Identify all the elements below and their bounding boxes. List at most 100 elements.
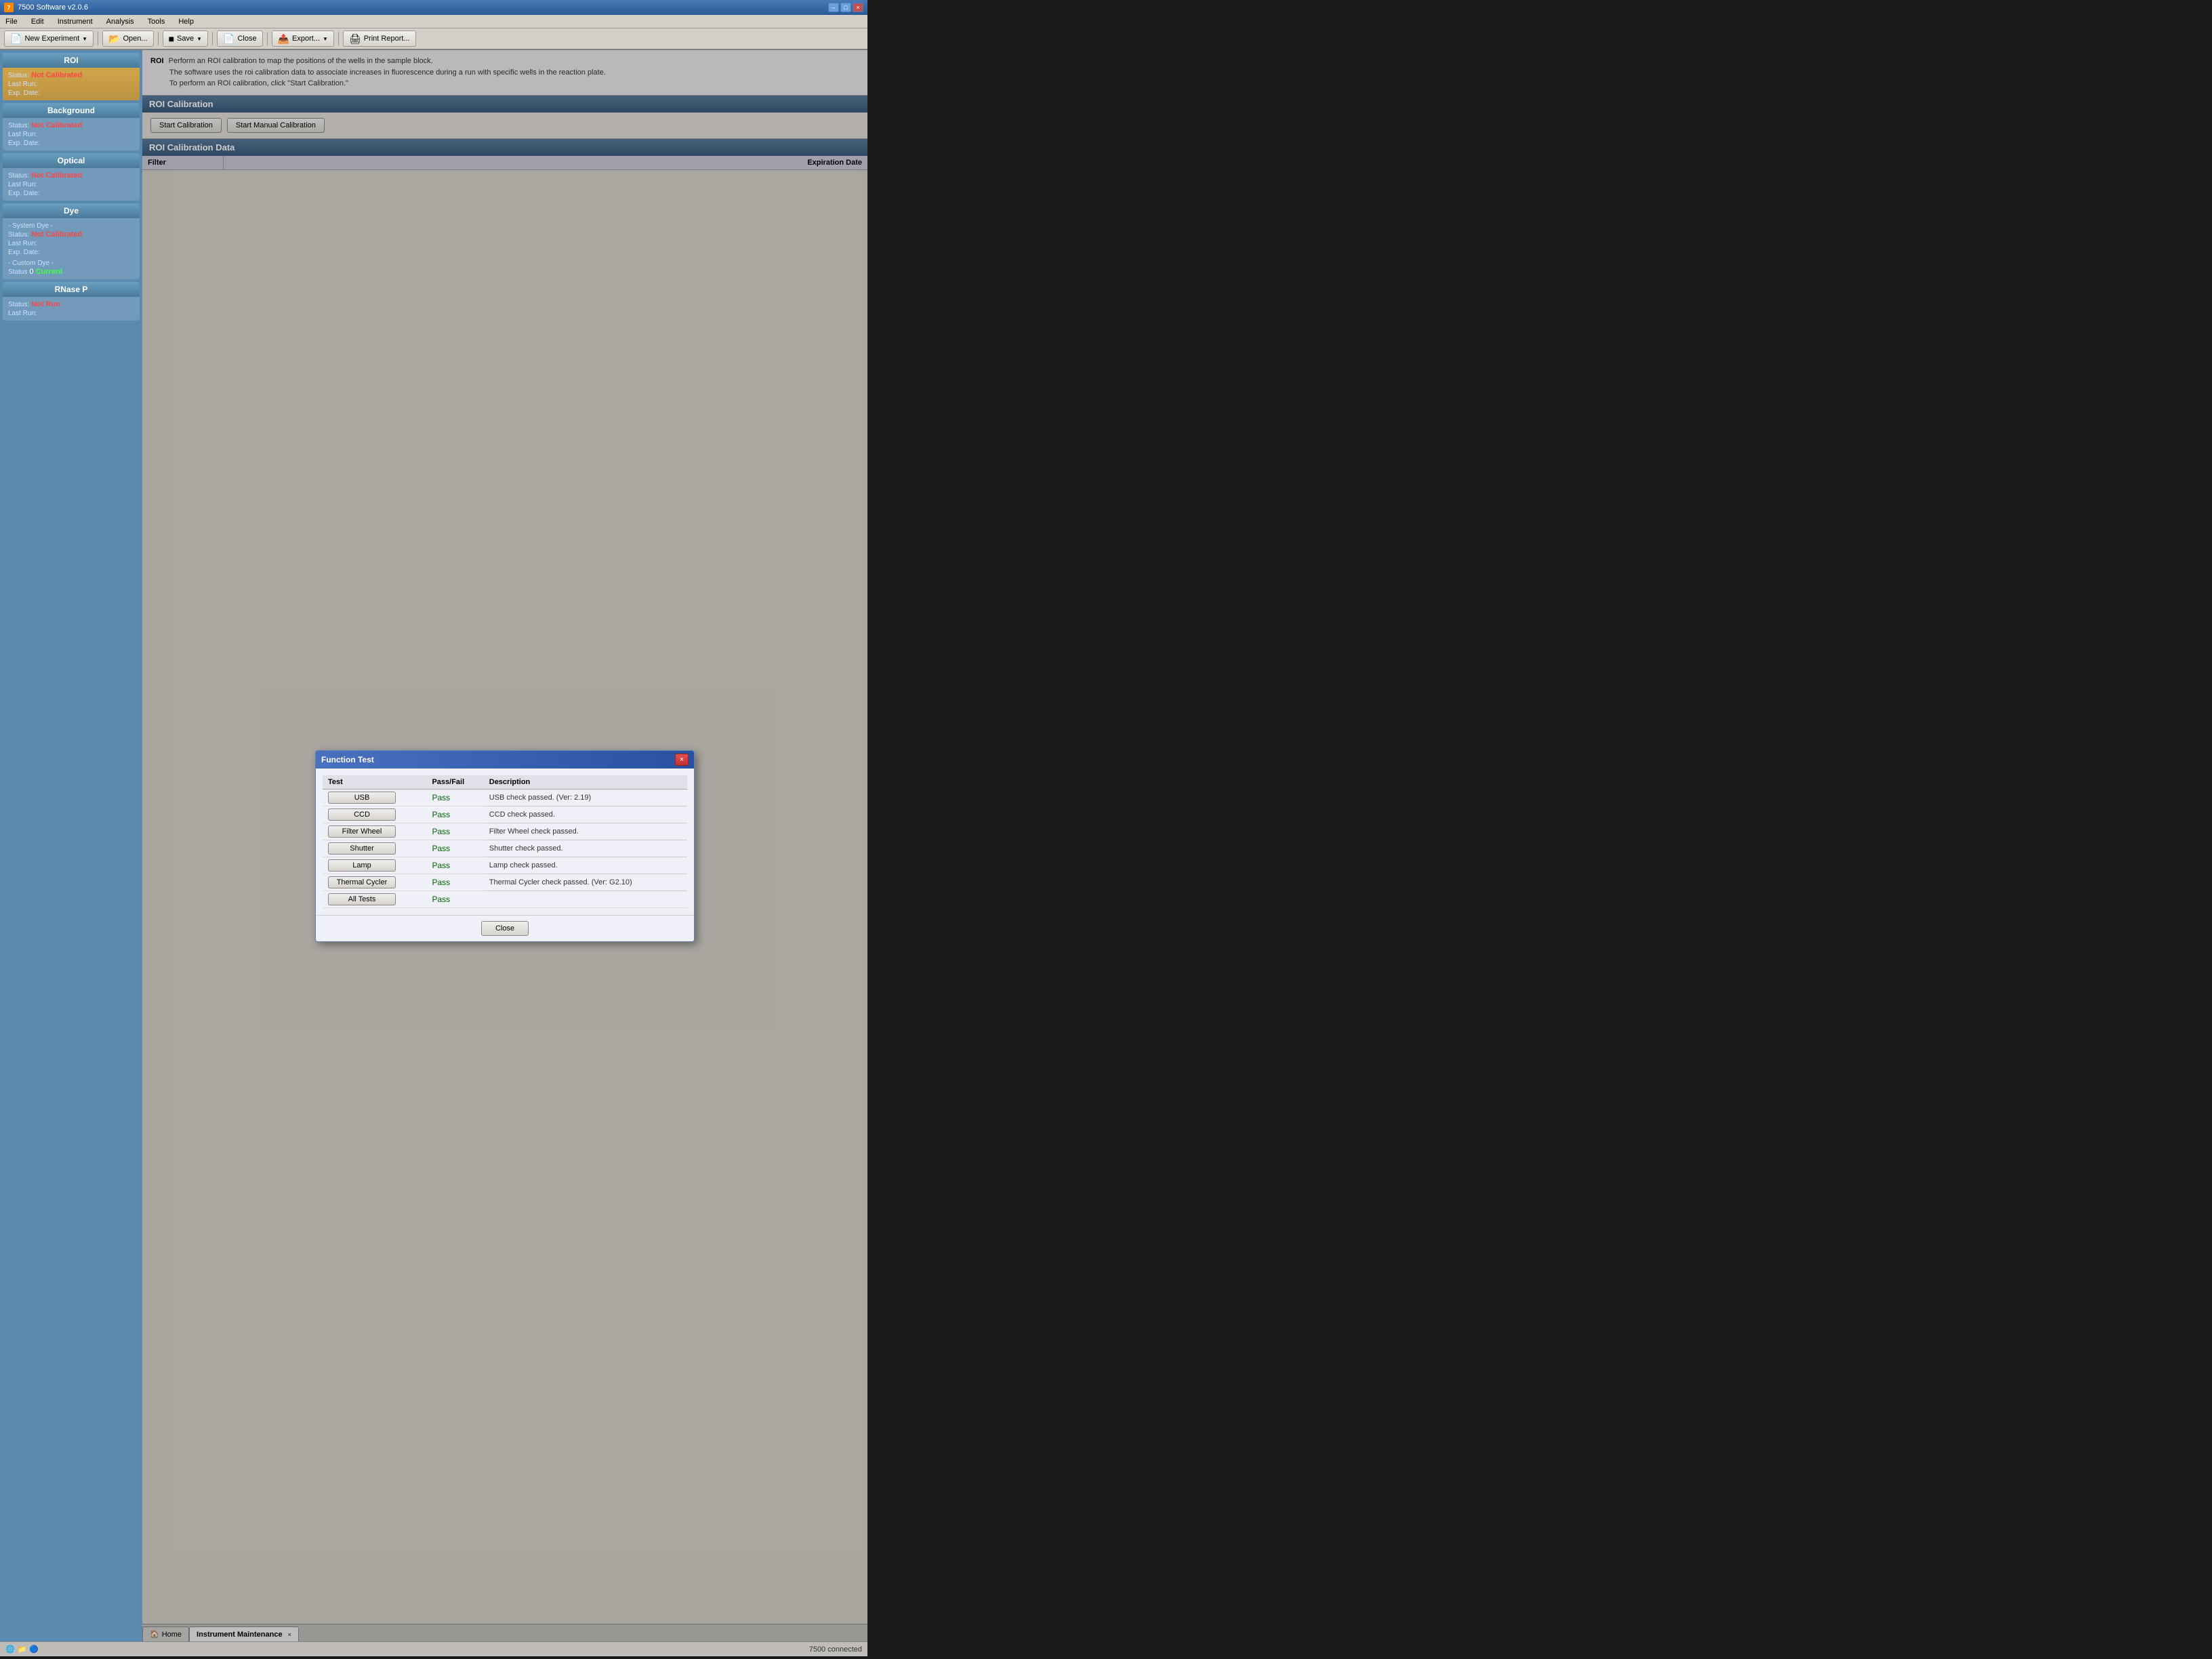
content-area: ROI Perform an ROI calibration to map th… <box>142 50 867 1641</box>
menu-analysis[interactable]: Analysis <box>104 17 137 26</box>
test-result-cell: Pass <box>426 890 483 907</box>
test-result-cell: Pass <box>426 823 483 840</box>
test-description-cell: Shutter check passed. <box>484 840 687 857</box>
close-window-button[interactable]: × <box>853 3 863 12</box>
test-btn-shutter[interactable]: Shutter <box>328 842 396 855</box>
test-row-cell-name: Filter Wheel <box>323 823 426 840</box>
menu-edit[interactable]: Edit <box>28 17 47 26</box>
roi-lastrun-field: Last Run: <box>8 80 134 88</box>
new-experiment-button[interactable]: 📄 New Experiment ▼ <box>4 30 94 47</box>
test-table-row: Filter Wheel PassFilter Wheel check passe… <box>323 823 687 840</box>
save-button[interactable]: ■ Save ▼ <box>163 30 208 47</box>
test-btn-ccd[interactable]: CCD <box>328 808 396 821</box>
test-result-cell: Pass <box>426 806 483 823</box>
test-row-cell-name: Shutter <box>323 840 426 857</box>
modal-overlay: Function Test × Test Pass/Fail Descripti… <box>142 50 867 1641</box>
close-button[interactable]: 📄 Close <box>217 30 263 47</box>
background-section-body: Status: Not Calibrated Last Run: Exp. Da… <box>3 118 140 150</box>
test-result-cell: Pass <box>426 789 483 806</box>
new-experiment-dropdown-arrow: ▼ <box>82 36 87 42</box>
bg-expdate-field: Exp. Date: <box>8 139 134 147</box>
dialog-close-button[interactable]: Close <box>481 921 529 936</box>
dialog-body: Test Pass/Fail Description USBPassUSB ch… <box>316 769 694 915</box>
sidebar-section-rnasep: RNase P Status: Not Run Last Run: <box>3 282 140 321</box>
test-table-row: All Tests Pass <box>323 890 687 907</box>
rnasep-section-body: Status: Not Run Last Run: <box>3 297 140 321</box>
print-icon: 🖨 <box>349 33 361 45</box>
th-description: Description <box>484 775 687 790</box>
test-table-row: CCDPassCCD check passed. <box>323 806 687 823</box>
dye-custom-status-field: Status 0 Current <box>8 268 134 276</box>
test-result-cell: Pass <box>426 857 483 874</box>
open-icon: 📂 <box>108 33 120 45</box>
dialog-footer: Close <box>316 915 694 941</box>
test-description-cell: Thermal Cycler check passed. (Ver: G2.10… <box>484 874 687 890</box>
test-table-row: Shutter PassShutter check passed. <box>323 840 687 857</box>
test-table-row: USBPassUSB check passed. (Ver: 2.19) <box>323 789 687 806</box>
test-result-cell: Pass <box>426 874 483 890</box>
menu-help[interactable]: Help <box>176 17 197 26</box>
test-btn-usb[interactable]: USB <box>328 792 396 804</box>
export-icon: 📤 <box>278 33 289 45</box>
toolbar-separator-2 <box>158 32 159 45</box>
test-btn-thermal-cycler[interactable]: Thermal Cycler <box>328 876 396 888</box>
roi-section-body: Status: Not Calibrated Last Run: Exp. Da… <box>3 68 140 100</box>
test-btn-lamp[interactable]: Lamp <box>328 859 396 872</box>
roi-section-title: ROI <box>3 53 140 68</box>
status-icon-3: 🔵 <box>29 1645 39 1654</box>
test-btn-all-tests[interactable]: All Tests <box>328 893 396 905</box>
sidebar-section-optical: Optical Status: Not Calibrated Last Run:… <box>3 153 140 201</box>
toolbar-separator-5 <box>338 32 339 45</box>
dye-lastrun-field: Last Run: <box>8 239 134 247</box>
test-row-cell-name: Thermal Cycler <box>323 874 426 890</box>
maximize-button[interactable]: □ <box>840 3 851 12</box>
save-icon: ■ <box>169 33 174 44</box>
app-icon: 7 <box>4 3 14 12</box>
close-icon: 📄 <box>223 33 234 45</box>
opt-lastrun-field: Last Run: <box>8 180 134 188</box>
test-row-cell-name: CCD <box>323 806 426 823</box>
status-icons: 🌐 📁 🔵 <box>5 1645 39 1654</box>
status-icon-2: 📁 <box>18 1645 27 1654</box>
background-section-title: Background <box>3 103 140 118</box>
menu-instrument[interactable]: Instrument <box>55 17 96 26</box>
toolbar: 📄 New Experiment ▼ 📂 Open... ■ Save ▼ 📄 … <box>0 28 867 50</box>
test-btn-filter-wheel[interactable]: Filter Wheel <box>328 825 396 838</box>
bg-lastrun-field: Last Run: <box>8 130 134 138</box>
test-table-row: Thermal Cycler PassThermal Cycler check p… <box>323 874 687 890</box>
export-dropdown-arrow: ▼ <box>323 36 328 42</box>
th-test: Test <box>323 775 426 790</box>
print-report-button[interactable]: 🖨 Print Report... <box>343 30 416 47</box>
test-row-cell-name: All Tests <box>323 890 426 907</box>
save-dropdown-arrow: ▼ <box>197 36 202 42</box>
rnasep-section-title: RNase P <box>3 282 140 297</box>
menu-tools[interactable]: Tools <box>145 17 168 26</box>
menu-bar: File Edit Instrument Analysis Tools Help <box>0 15 867 28</box>
function-test-dialog: Function Test × Test Pass/Fail Descripti… <box>315 750 695 942</box>
dye-section-title: Dye <box>3 203 140 218</box>
sidebar-section-background: Background Status: Not Calibrated Last R… <box>3 103 140 150</box>
app-title: 7500 Software v2.0.6 <box>18 3 88 12</box>
dye-system-label: - System Dye - <box>8 222 134 230</box>
roi-expdate-field: Exp. Date: <box>8 89 134 97</box>
test-description-cell: Filter Wheel check passed. <box>484 823 687 840</box>
test-result-cell: Pass <box>426 840 483 857</box>
export-button[interactable]: 📤 Export... ▼ <box>272 30 334 47</box>
dye-custom-label: - Custom Dye - <box>8 259 134 267</box>
toolbar-separator-4 <box>267 32 268 45</box>
optical-section-body: Status: Not Calibrated Last Run: Exp. Da… <box>3 168 140 201</box>
menu-file[interactable]: File <box>3 17 20 26</box>
test-description-cell <box>484 890 687 907</box>
minimize-button[interactable]: – <box>828 3 839 12</box>
dialog-close-x-button[interactable]: × <box>675 754 689 766</box>
rnasep-status-field: Status: Not Run <box>8 300 134 308</box>
test-row-cell-name: USB <box>323 789 426 806</box>
connection-status: 7500 connected <box>809 1645 862 1654</box>
sidebar: ROI Status: Not Calibrated Last Run: Exp… <box>0 50 142 1641</box>
title-bar: 7 7500 Software v2.0.6 – □ × <box>0 0 867 15</box>
opt-expdate-field: Exp. Date: <box>8 189 134 197</box>
opt-status-field: Status: Not Calibrated <box>8 171 134 180</box>
open-button[interactable]: 📂 Open... <box>102 30 154 47</box>
sidebar-section-dye: Dye - System Dye - Status: Not Calibrate… <box>3 203 140 279</box>
test-row-cell-name: Lamp <box>323 857 426 874</box>
